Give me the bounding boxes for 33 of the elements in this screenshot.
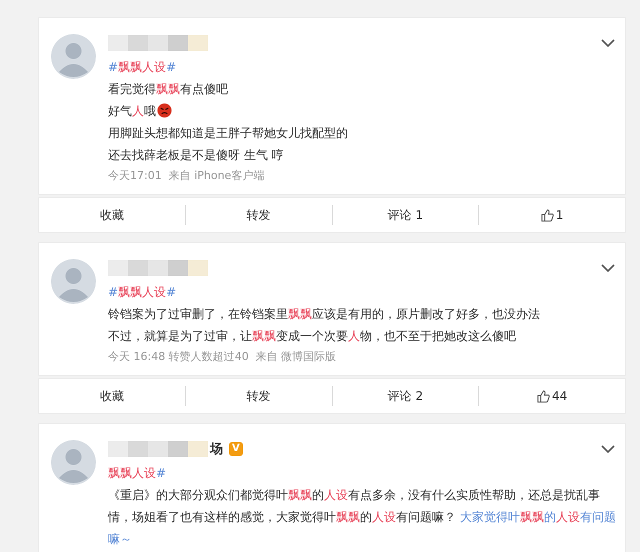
avatar-icon bbox=[51, 440, 96, 485]
chevron-down-icon[interactable] bbox=[601, 39, 615, 47]
post-text: 铃铛案为了过审删了，在铃铛案里飘飘应该是有用的，原片删改了好多，也没办法 bbox=[108, 306, 541, 323]
topic-tag[interactable]: 飘飘人设# bbox=[108, 462, 617, 484]
post-text: 还去找薛老板是不是傻呀 生气 哼 bbox=[108, 147, 285, 164]
post-text: 用脚趾头想都知道是王胖子帮她女儿找配型的 bbox=[108, 125, 349, 142]
action-button[interactable]: 收藏 bbox=[39, 386, 185, 406]
post-meta: 今天17:01 来自 iPhone客户端 bbox=[108, 168, 266, 184]
action-button[interactable]: 1 bbox=[478, 205, 625, 225]
topic-tag[interactable]: #飘飘人设# bbox=[108, 56, 617, 78]
action-button[interactable]: 评论 2 bbox=[332, 386, 478, 406]
verified-badge: V bbox=[229, 442, 243, 456]
post-text: 不过，就算是为了过审，让飘飘变成一个次要人物，也不至于把她改这么傻吧 bbox=[108, 328, 517, 345]
chevron-down-icon[interactable] bbox=[601, 445, 615, 453]
post-text: 嘛～ bbox=[108, 531, 133, 548]
action-button[interactable]: 收藏 bbox=[39, 205, 185, 225]
topic-tag[interactable]: #飘飘人设# bbox=[108, 281, 617, 303]
avatar-icon bbox=[51, 259, 96, 304]
thumbs-up-icon bbox=[540, 208, 554, 222]
post-text: 情，场姐看了也有这样的感觉，大家觉得叶飘飘的人设有问题嘛？ 大家觉得叶飘飘的人设有问题 bbox=[108, 509, 617, 526]
user-name[interactable]: 场 bbox=[210, 440, 223, 458]
angry-face-icon bbox=[157, 103, 172, 118]
thumbs-up-icon bbox=[536, 390, 550, 402]
post-meta: 今天 16:48 转赞人数超过40 来自 微博国际版 bbox=[108, 349, 338, 365]
action-button[interactable]: 44 bbox=[478, 386, 625, 406]
action-button[interactable]: 转发 bbox=[184, 386, 332, 406]
avatar-icon bbox=[51, 34, 96, 79]
action-button[interactable]: 转发 bbox=[184, 205, 332, 225]
post-text: 《重启》的大部分观众们都觉得叶飘飘的人设有点多余，没有什么实质性帮助，还总是扰乱事 bbox=[108, 487, 601, 504]
post-text: 好气人哦 bbox=[108, 100, 617, 122]
action-button[interactable]: 评论 1 bbox=[332, 205, 478, 225]
post-text: 看完觉得飘飘有点傻吧 bbox=[108, 81, 229, 98]
chevron-down-icon[interactable] bbox=[601, 264, 615, 272]
